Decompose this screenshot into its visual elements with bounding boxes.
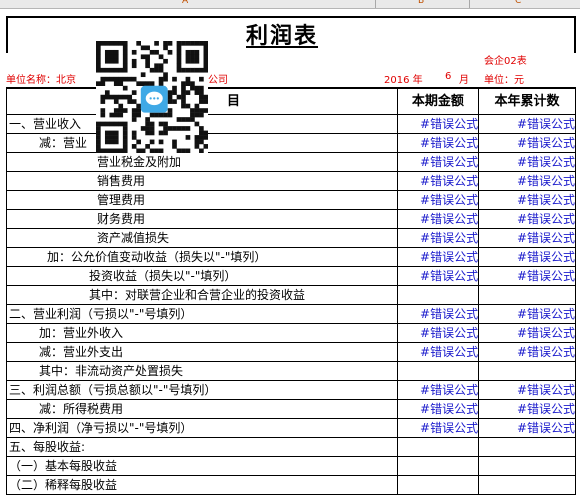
ytd-amount-cell[interactable]: #错误公式 (478, 209, 576, 229)
current-amount-cell[interactable]: #错误公式 (396, 209, 480, 229)
current-amount-cell[interactable]: #错误公式 (396, 228, 480, 248)
row-label-cell[interactable]: 销售费用 (6, 171, 398, 191)
report-year[interactable]: 2016 年 (384, 71, 423, 86)
current-amount-cell[interactable]: #错误公式 (396, 190, 480, 210)
ytd-amount-cell[interactable]: #错误公式 (478, 399, 576, 419)
row-label-cell[interactable]: （一）基本每股收益 (6, 456, 398, 476)
row-label-cell[interactable]: 二、营业利润（亏损以"-"号填列） (6, 304, 398, 324)
ytd-amount-cell[interactable] (478, 361, 576, 381)
current-amount-cell[interactable]: #错误公式 (396, 152, 480, 172)
table-row: （一）基本每股收益 (6, 456, 576, 476)
ytd-amount-cell[interactable]: #错误公式 (478, 380, 576, 400)
table-row: 五、每股收益: (6, 437, 576, 457)
current-amount-cell[interactable] (396, 285, 480, 305)
row-label-cell[interactable]: （二）稀释每股收益 (6, 475, 398, 495)
current-amount-cell[interactable]: #错误公式 (396, 304, 480, 324)
current-amount-cell[interactable]: #错误公式 (396, 171, 480, 191)
row-label-cell[interactable]: 财务费用 (6, 209, 398, 229)
current-amount-cell[interactable]: #错误公式 (396, 323, 480, 343)
ytd-header[interactable]: 本年累计数 (478, 87, 576, 115)
table-row: 其中：非流动资产处置损失 (6, 361, 576, 381)
ytd-amount-cell[interactable]: #错误公式 (478, 228, 576, 248)
current-amount-cell[interactable]: #错误公式 (396, 266, 480, 286)
current-amount-cell[interactable]: #错误公式 (396, 380, 480, 400)
column-separator[interactable] (375, 0, 376, 8)
currency-unit[interactable]: 单位：元 (484, 71, 524, 86)
row-label-cell[interactable]: 五、每股收益: (6, 437, 398, 457)
table-row: （二）稀释每股收益 (6, 475, 576, 495)
row-label-cell[interactable]: 减：所得税费用 (6, 399, 398, 419)
ytd-amount-cell[interactable]: #错误公式 (478, 152, 576, 172)
current-amount-cell[interactable]: #错误公式 (396, 133, 480, 153)
current-amount-cell[interactable] (396, 475, 480, 495)
qr-code-overlay[interactable] (96, 41, 208, 153)
row-label-cell[interactable]: 营业税金及附加 (6, 152, 398, 172)
ytd-amount-cell[interactable]: #错误公式 (478, 323, 576, 343)
row-label-cell[interactable]: 其中：非流动资产处置损失 (6, 361, 398, 381)
table-row: 一、营业收入 #错误公式 #错误公式 (6, 114, 576, 134)
current-amount-cell[interactable]: #错误公式 (396, 247, 480, 267)
row-label-cell[interactable]: 三、利润总额（亏损总额以"-"号填列） (6, 380, 398, 400)
report-month-unit[interactable]: 月 (459, 71, 469, 86)
table-row: 财务费用 #错误公式 #错误公式 (6, 209, 576, 229)
ytd-amount-cell[interactable] (478, 285, 576, 305)
table-row: 销售费用 #错误公式 #错误公式 (6, 171, 576, 191)
ytd-amount-cell[interactable]: #错误公式 (478, 171, 576, 191)
table-row: 投资收益（损失以"-"填列） #错误公式 #错误公式 (6, 266, 576, 286)
ytd-amount-cell[interactable]: #错误公式 (478, 190, 576, 210)
table-row: 加：公允价值变动收益（损失以"-"填列） #错误公式 #错误公式 (6, 247, 576, 267)
current-amount-cell[interactable]: #错误公式 (396, 342, 480, 362)
table-row: 二、营业利润（亏损以"-"号填列） #错误公式 #错误公式 (6, 304, 576, 324)
table-header-row: 目 本期金额 本年累计数 (6, 87, 576, 115)
ytd-amount-cell[interactable]: #错误公式 (478, 114, 576, 134)
current-period-header[interactable]: 本期金额 (396, 87, 480, 115)
row-label-cell[interactable]: 加：公允价值变动收益（损失以"-"填列） (6, 247, 398, 267)
row-label-cell[interactable]: 加：营业外收入 (6, 323, 398, 343)
unit-name[interactable]: 单位名称：北京 (6, 71, 76, 86)
table-row: 其中：对联营企业和合营企业的投资收益 (6, 285, 576, 305)
form-code[interactable]: 会企02表 (484, 52, 527, 67)
table-row: 资产减值损失 #错误公式 #错误公式 (6, 228, 576, 248)
ytd-amount-cell[interactable]: #错误公式 (478, 247, 576, 267)
row-label-cell[interactable]: 减：营业外支出 (6, 342, 398, 362)
spreadsheet: 利润表 会企02表 单位名称：北京 公司 2016 年 6 月 单位：元 目 本… (0, 8, 580, 500)
table-row: 减：所得税费用 #错误公式 #错误公式 (6, 399, 576, 419)
row-label-cell[interactable]: 投资收益（损失以"-"填列） (6, 266, 398, 286)
table-row: 减：营业 #错误公式 #错误公式 (6, 133, 576, 153)
row-label-cell[interactable]: 四、净利润（净亏损以"-"号填列） (6, 418, 398, 438)
table-row: 营业税金及附加 #错误公式 #错误公式 (6, 152, 576, 172)
ytd-amount-cell[interactable] (478, 456, 576, 476)
ytd-amount-cell[interactable]: #错误公式 (478, 133, 576, 153)
income-statement-table: 目 本期金额 本年累计数 一、营业收入 #错误公式 #错误公式 减：营业 #错误公式 #错… (6, 87, 576, 495)
ytd-amount-cell[interactable] (478, 437, 576, 457)
column-header-c[interactable]: C (515, 0, 521, 6)
ytd-amount-cell[interactable] (478, 475, 576, 495)
column-header-a[interactable]: A (182, 0, 188, 6)
table-row: 减：营业外支出 #错误公式 #错误公式 (6, 342, 576, 362)
row-label-cell[interactable]: 管理费用 (6, 190, 398, 210)
ytd-amount-cell[interactable]: #错误公式 (478, 266, 576, 286)
report-title[interactable]: 利润表 (246, 18, 318, 50)
ytd-amount-cell[interactable]: #错误公式 (478, 418, 576, 438)
row-label-cell[interactable]: 资产减值损失 (6, 228, 398, 248)
ytd-amount-cell[interactable]: #错误公式 (478, 304, 576, 324)
table-row: 四、净利润（净亏损以"-"号填列） #错误公式 #错误公式 (6, 418, 576, 438)
table-row: 加：营业外收入 #错误公式 #错误公式 (6, 323, 576, 343)
unit-name-tail[interactable]: 公司 (208, 71, 228, 86)
ytd-amount-cell[interactable]: #错误公式 (478, 342, 576, 362)
column-separator[interactable] (469, 0, 470, 8)
table-row: 三、利润总额（亏损总额以"-"号填列） #错误公式 #错误公式 (6, 380, 576, 400)
report-month[interactable]: 6 (445, 71, 451, 82)
current-amount-cell[interactable]: #错误公式 (396, 418, 480, 438)
row-label-cell[interactable]: 其中：对联营企业和合营企业的投资收益 (6, 285, 398, 305)
table-row: 管理费用 #错误公式 #错误公式 (6, 190, 576, 210)
current-amount-cell[interactable] (396, 437, 480, 457)
column-header-b[interactable]: B (418, 0, 424, 6)
current-amount-cell[interactable]: #错误公式 (396, 114, 480, 134)
current-amount-cell[interactable] (396, 361, 480, 381)
current-amount-cell[interactable]: #错误公式 (396, 399, 480, 419)
current-amount-cell[interactable] (396, 456, 480, 476)
